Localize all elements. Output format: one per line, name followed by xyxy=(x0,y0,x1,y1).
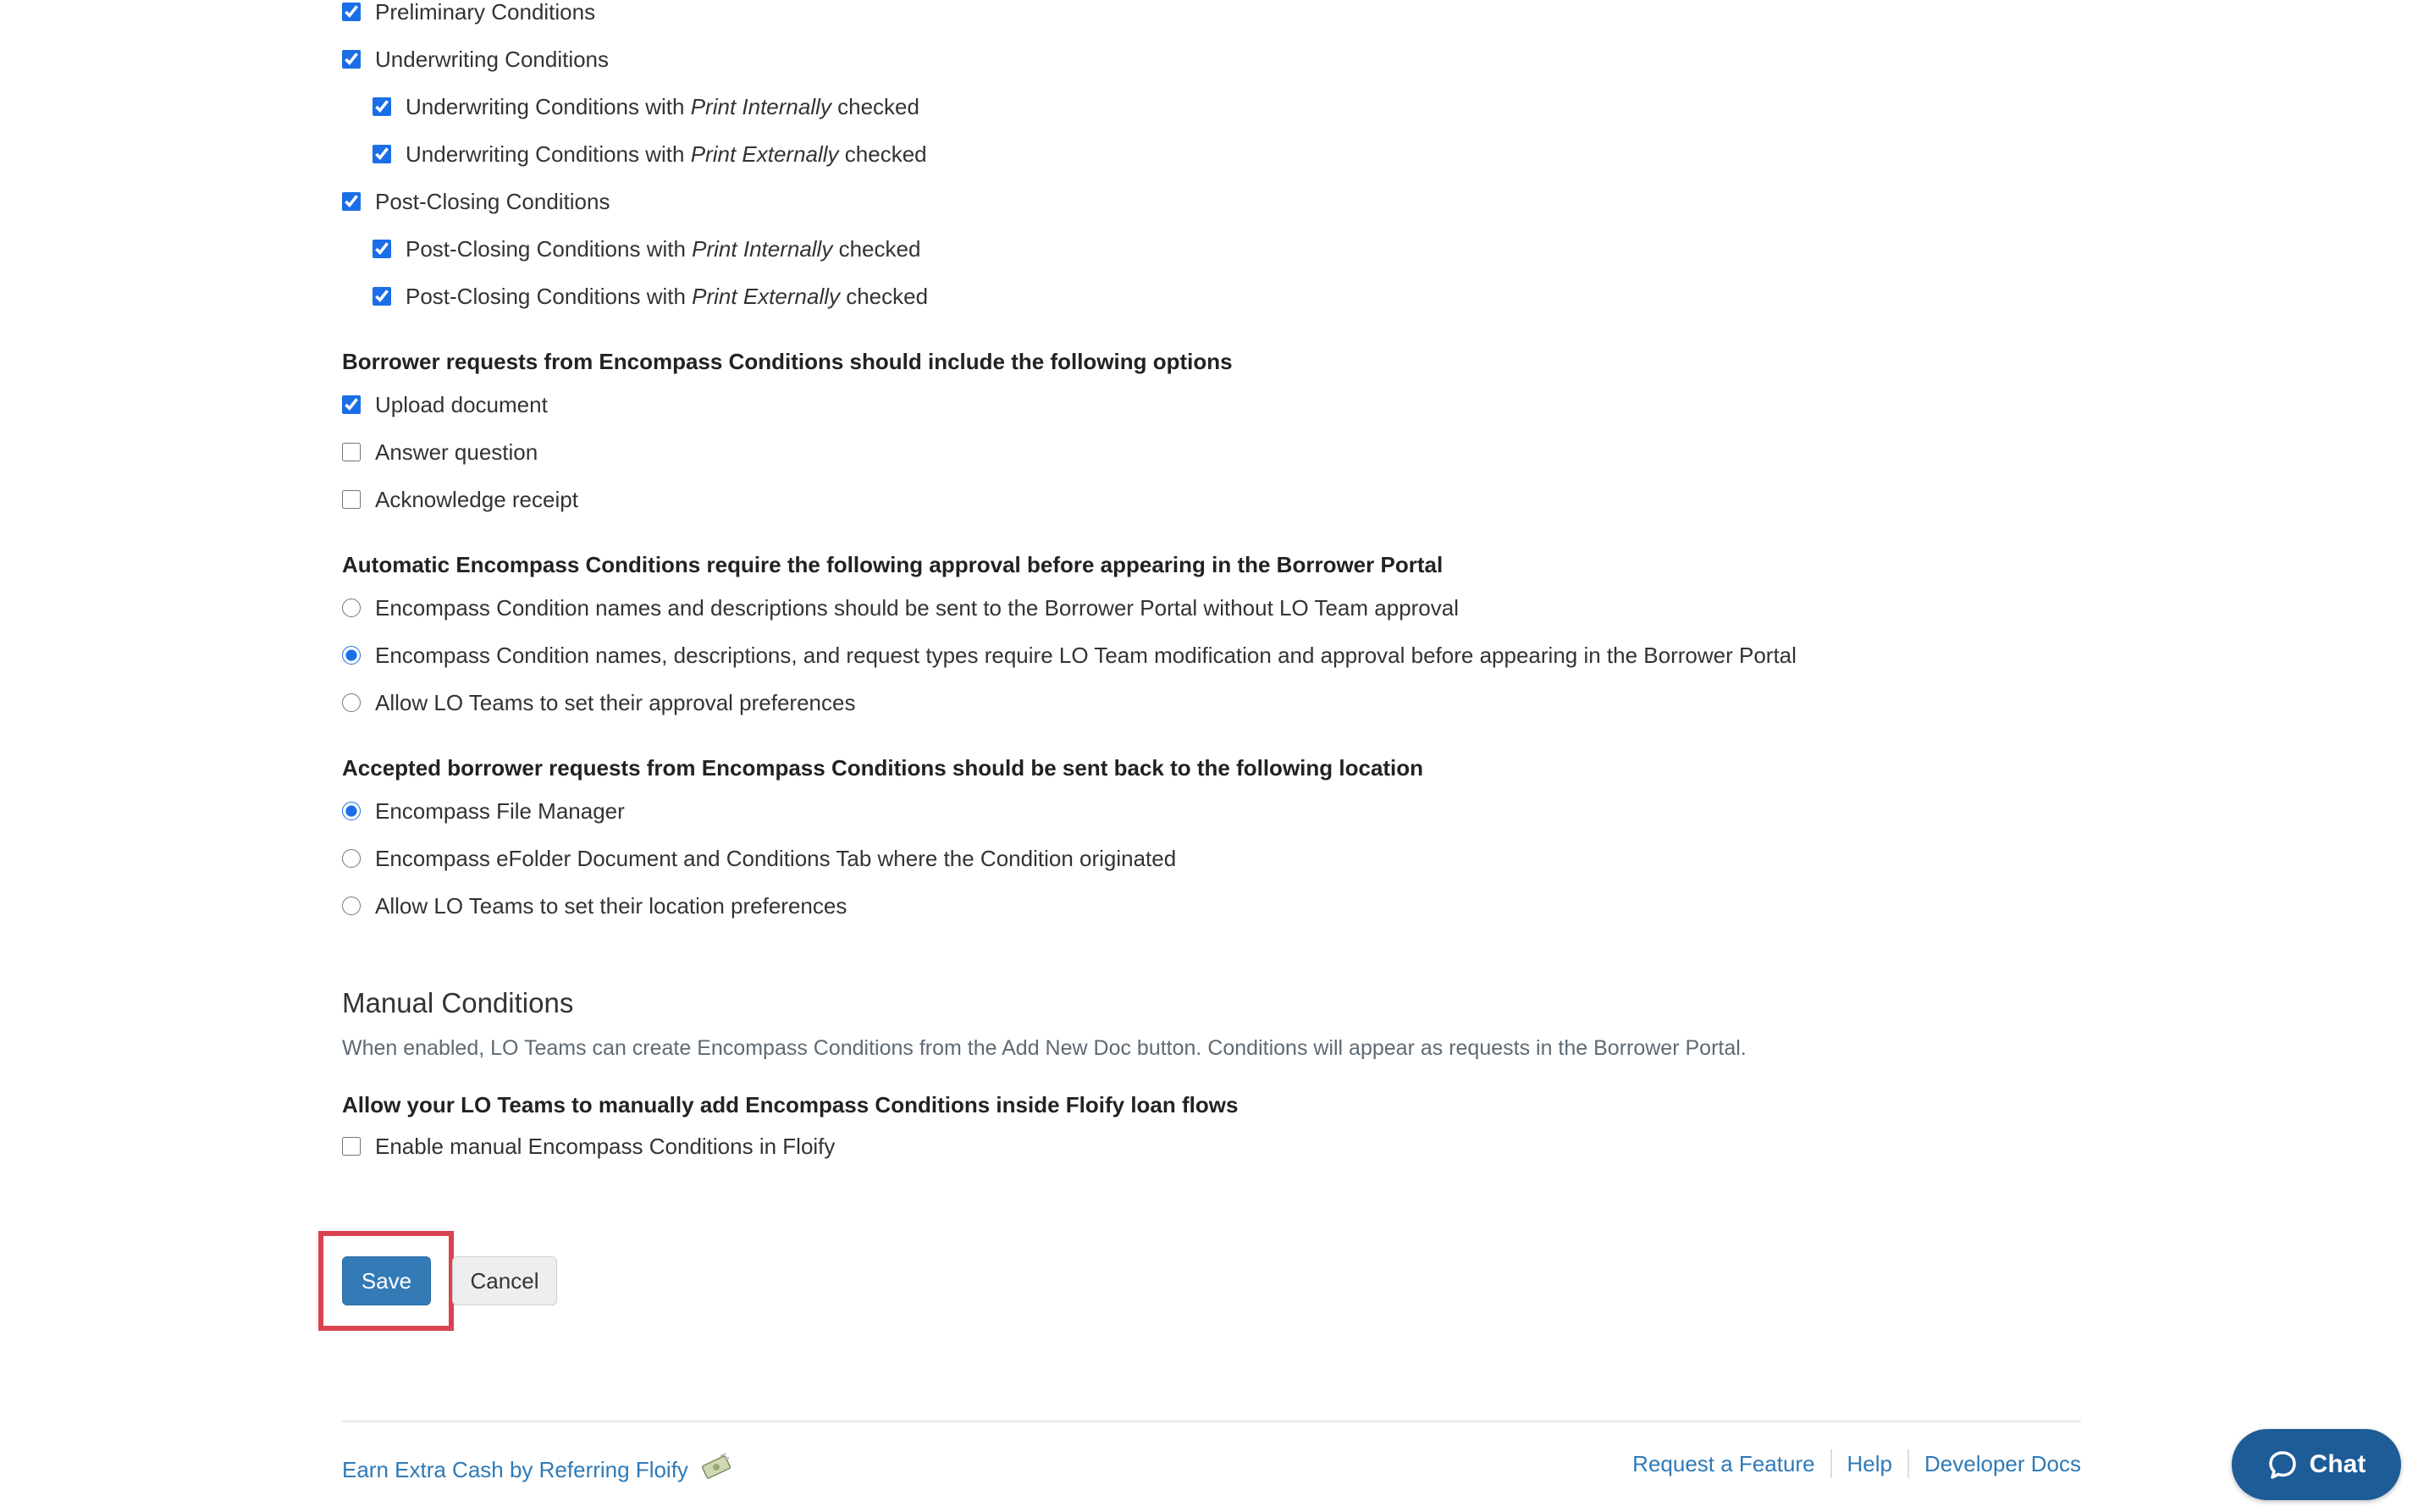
option-upload-document[interactable]: Upload document xyxy=(342,389,548,420)
location-heading: Accepted borrower requests from Encompas… xyxy=(342,755,1424,781)
borrower-requests-heading: Borrower requests from Encompass Conditi… xyxy=(342,349,1233,374)
enable-manual-conditions-label: Enable manual Encompass Conditions in Fl… xyxy=(375,1134,836,1159)
approval-lo-preference-radio[interactable] xyxy=(342,693,361,712)
location-file-manager-radio[interactable] xyxy=(342,802,361,820)
condition-row-underwriting[interactable]: Underwriting Conditions xyxy=(342,44,609,74)
manual-conditions-title: Manual Conditions xyxy=(342,987,574,1018)
approval-lo-preference-label: Allow LO Teams to set their approval pre… xyxy=(375,690,856,715)
post-closing-print-externally-label: Post-Closing Conditions with Print Exter… xyxy=(406,284,929,309)
underwriting-print-externally-label: Underwriting Conditions with Print Exter… xyxy=(406,141,927,167)
location-option-file-manager[interactable]: Encompass File Manager xyxy=(342,796,625,826)
location-lo-preference-label: Allow LO Teams to set their location pre… xyxy=(375,893,847,919)
approval-option-require-approval[interactable]: Encompass Condition names, descriptions,… xyxy=(342,640,1797,670)
location-efolder-label: Encompass eFolder Document and Condition… xyxy=(375,846,1177,871)
help-link[interactable]: Help xyxy=(1830,1449,1907,1478)
manual-conditions-description: When enabled, LO Teams can create Encomp… xyxy=(342,1036,1747,1060)
location-file-manager-label: Encompass File Manager xyxy=(375,798,625,824)
request-feature-link[interactable]: Request a Feature xyxy=(1632,1449,1830,1478)
preliminary-conditions-label: Preliminary Conditions xyxy=(375,0,596,25)
cancel-button[interactable]: Cancel xyxy=(452,1256,557,1305)
post-closing-print-internally-label: Post-Closing Conditions with Print Inter… xyxy=(406,236,921,262)
post-closing-print-internally-checkbox[interactable] xyxy=(373,240,391,258)
approval-require-approval-radio[interactable] xyxy=(342,646,361,665)
answer-question-label: Answer question xyxy=(375,439,538,465)
footer-links: Request a Feature Help Developer Docs xyxy=(1632,1449,2081,1478)
upload-document-label: Upload document xyxy=(375,392,548,417)
post-closing-conditions-checkbox[interactable] xyxy=(342,192,361,211)
option-enable-manual-conditions[interactable]: Enable manual Encompass Conditions in Fl… xyxy=(342,1131,835,1162)
approval-heading: Automatic Encompass Conditions require t… xyxy=(342,552,1444,577)
approval-require-approval-label: Encompass Condition names, descriptions,… xyxy=(375,643,1797,668)
underwriting-print-internally-label: Underwriting Conditions with Print Inter… xyxy=(406,94,919,119)
chat-bubble-icon xyxy=(2268,1451,2296,1479)
answer-question-checkbox[interactable] xyxy=(342,443,361,461)
referral-link[interactable]: Earn Extra Cash by Referring Floify xyxy=(342,1453,732,1487)
condition-row-preliminary[interactable]: Preliminary Conditions xyxy=(342,0,595,27)
save-button[interactable]: Save xyxy=(342,1256,431,1305)
approval-no-approval-radio[interactable] xyxy=(342,599,361,617)
footer-divider xyxy=(342,1421,2081,1422)
condition-row-post-closing-internal[interactable]: Post-Closing Conditions with Print Inter… xyxy=(373,234,920,264)
developer-docs-link[interactable]: Developer Docs xyxy=(1907,1449,2081,1478)
underwriting-conditions-checkbox[interactable] xyxy=(342,50,361,69)
chat-button[interactable]: Chat xyxy=(2232,1429,2401,1500)
option-answer-question[interactable]: Answer question xyxy=(342,437,538,467)
underwriting-print-externally-checkbox[interactable] xyxy=(373,145,391,163)
manual-conditions-heading: Allow your LO Teams to manually add Enco… xyxy=(342,1092,1239,1117)
preliminary-conditions-checkbox[interactable] xyxy=(342,3,361,21)
condition-row-post-closing[interactable]: Post-Closing Conditions xyxy=(342,186,610,217)
location-efolder-radio[interactable] xyxy=(342,849,361,868)
referral-link-label: Earn Extra Cash by Referring Floify xyxy=(342,1457,688,1482)
money-icon xyxy=(700,1453,732,1487)
upload-document-checkbox[interactable] xyxy=(342,395,361,414)
condition-row-underwriting-internal[interactable]: Underwriting Conditions with Print Inter… xyxy=(373,91,919,122)
chat-label: Chat xyxy=(2309,1450,2366,1478)
condition-row-underwriting-external[interactable]: Underwriting Conditions with Print Exter… xyxy=(373,139,927,169)
option-acknowledge-receipt[interactable]: Acknowledge receipt xyxy=(342,484,578,515)
approval-no-approval-label: Encompass Condition names and descriptio… xyxy=(375,595,1460,621)
underwriting-conditions-label: Underwriting Conditions xyxy=(375,47,610,72)
enable-manual-conditions-checkbox[interactable] xyxy=(342,1137,361,1156)
acknowledge-receipt-label: Acknowledge receipt xyxy=(375,487,578,512)
location-option-efolder[interactable]: Encompass eFolder Document and Condition… xyxy=(342,843,1176,874)
approval-option-no-approval[interactable]: Encompass Condition names and descriptio… xyxy=(342,593,1459,623)
underwriting-print-internally-checkbox[interactable] xyxy=(373,97,391,116)
approval-option-lo-preference[interactable]: Allow LO Teams to set their approval pre… xyxy=(342,687,855,718)
post-closing-conditions-label: Post-Closing Conditions xyxy=(375,189,610,214)
location-lo-preference-radio[interactable] xyxy=(342,897,361,915)
condition-row-post-closing-external[interactable]: Post-Closing Conditions with Print Exter… xyxy=(373,281,928,312)
acknowledge-receipt-checkbox[interactable] xyxy=(342,490,361,509)
location-option-lo-preference[interactable]: Allow LO Teams to set their location pre… xyxy=(342,891,847,921)
post-closing-print-externally-checkbox[interactable] xyxy=(373,287,391,306)
